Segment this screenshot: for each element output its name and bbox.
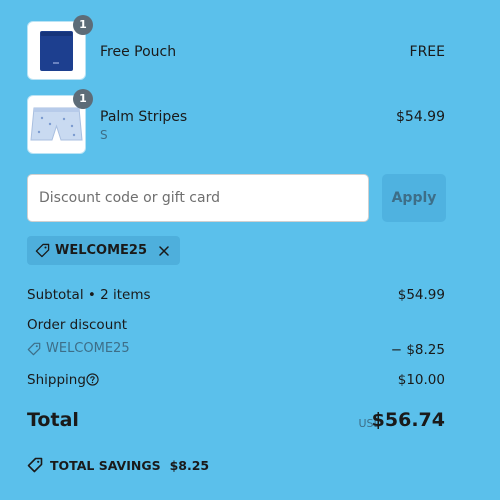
total-savings: TOTAL SAVINGS $8.25 (27, 457, 209, 473)
discount-value: − $8.25 (390, 342, 445, 358)
total-savings-amount: $8.25 (169, 457, 210, 473)
item-thumbnail-free-pouch: 1 (27, 15, 93, 80)
subtotal-value: $54.99 (397, 287, 445, 303)
total-label: Total (27, 409, 79, 431)
shipping-label: Shipping (27, 372, 86, 388)
tag-icon (27, 457, 43, 473)
item-name: Palm Stripes (100, 109, 188, 125)
discount-code-line: WELCOME25 (27, 341, 130, 356)
total-savings-label: TOTAL SAVINGS (50, 457, 161, 473)
tag-icon (27, 342, 41, 355)
item-price: $54.99 (396, 109, 445, 125)
quantity-badge: 1 (73, 15, 93, 35)
apply-button[interactable]: Apply (382, 174, 446, 222)
item-name: Free Pouch (100, 44, 177, 60)
applied-discount-chip: WELCOME25 (27, 236, 181, 265)
shipping-value: $10.00 (397, 372, 445, 388)
close-icon[interactable] (158, 245, 170, 257)
order-discount-label: Order discount (27, 317, 128, 333)
tag-icon (35, 243, 50, 258)
applied-code-label: WELCOME25 (55, 243, 148, 258)
item-thumbnail-palm-stripes: 1 (27, 89, 93, 154)
help-circle-icon[interactable] (86, 373, 99, 386)
total-amount: $56.74 (371, 409, 445, 431)
item-price: FREE (409, 44, 445, 60)
subtotal-label: Subtotal • 2 items (27, 287, 151, 303)
item-variant: S (100, 128, 108, 142)
discount-code-input[interactable] (27, 174, 369, 222)
quantity-badge: 1 (73, 89, 93, 109)
discount-code-text: WELCOME25 (46, 341, 130, 356)
